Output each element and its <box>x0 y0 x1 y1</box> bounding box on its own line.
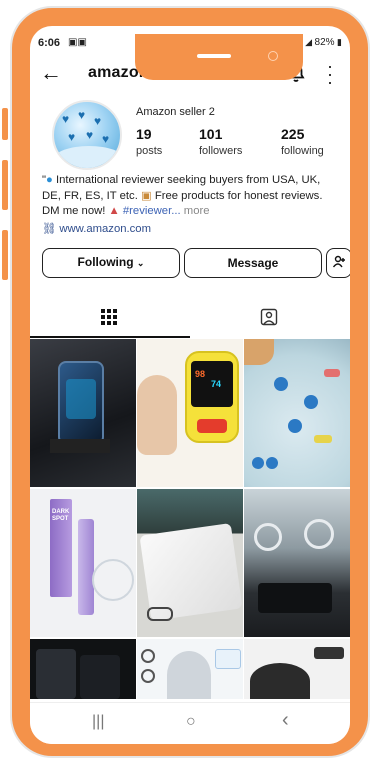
kebab-menu-icon[interactable]: · · · <box>326 57 334 91</box>
post-thumbnail[interactable] <box>244 489 350 637</box>
phone-screen: 6:06 ▣▣ ◢ 82% ▮ ← amazon_seller_909... ·… <box>30 26 350 744</box>
arrow-left-icon[interactable]: ← <box>40 60 62 86</box>
post-thumbnail[interactable] <box>137 639 243 699</box>
message-button[interactable]: Message <box>184 248 322 278</box>
home-icon[interactable]: ○ <box>186 713 196 731</box>
post-grid: 98 74 DARK SPOT <box>30 339 350 699</box>
volume-button <box>2 160 8 210</box>
chevron-down-icon: ⌄ <box>136 258 145 268</box>
post-thumbnail[interactable]: 98 74 <box>137 339 243 487</box>
website-link[interactable]: ⛓ www.amazon.com <box>42 222 151 235</box>
stat-followers[interactable]: 101 followers <box>199 126 242 157</box>
status-time: 6:06 <box>38 37 61 49</box>
tab-tagged[interactable] <box>190 296 350 338</box>
post-thumbnail[interactable] <box>137 489 243 637</box>
post-thumbnail[interactable]: DARK SPOT <box>30 489 136 637</box>
post-thumbnail[interactable] <box>244 339 350 487</box>
link-icon: ⛓ <box>42 223 57 235</box>
camera-notch <box>135 34 303 80</box>
stat-posts[interactable]: 19 posts <box>136 126 162 157</box>
recent-apps-icon[interactable]: ||| <box>92 713 104 731</box>
profile-name: Amazon seller 2 <box>136 106 215 118</box>
post-thumbnail[interactable] <box>244 639 350 699</box>
post-thumbnail[interactable] <box>30 639 136 699</box>
post-thumbnail[interactable] <box>30 339 136 487</box>
following-button[interactable]: Following ⌄ <box>42 248 180 278</box>
notification-icons: ▣▣ <box>68 37 87 48</box>
tagged-icon <box>260 308 278 326</box>
volume-button <box>2 108 8 140</box>
avatar[interactable]: ♥ ♥ ♥ ♥ ♥ ♥ <box>52 100 122 170</box>
more-link[interactable]: more <box>184 205 210 217</box>
battery-level: ◢ 82% ▮ <box>305 37 342 48</box>
hashtag-link[interactable]: #reviewer... <box>123 205 181 217</box>
back-nav-icon[interactable]: ‹ <box>282 709 289 732</box>
profile-tabs <box>30 296 350 338</box>
stat-following[interactable]: 225 following <box>281 126 324 157</box>
profile-bio: "● International reviewer seeking buyers… <box>42 174 323 217</box>
power-button <box>2 230 8 280</box>
add-user-icon[interactable] <box>326 248 350 278</box>
grid-icon <box>101 309 117 325</box>
tab-grid[interactable] <box>30 296 190 338</box>
system-nav-bar: ||| ○ ‹ <box>30 702 350 744</box>
